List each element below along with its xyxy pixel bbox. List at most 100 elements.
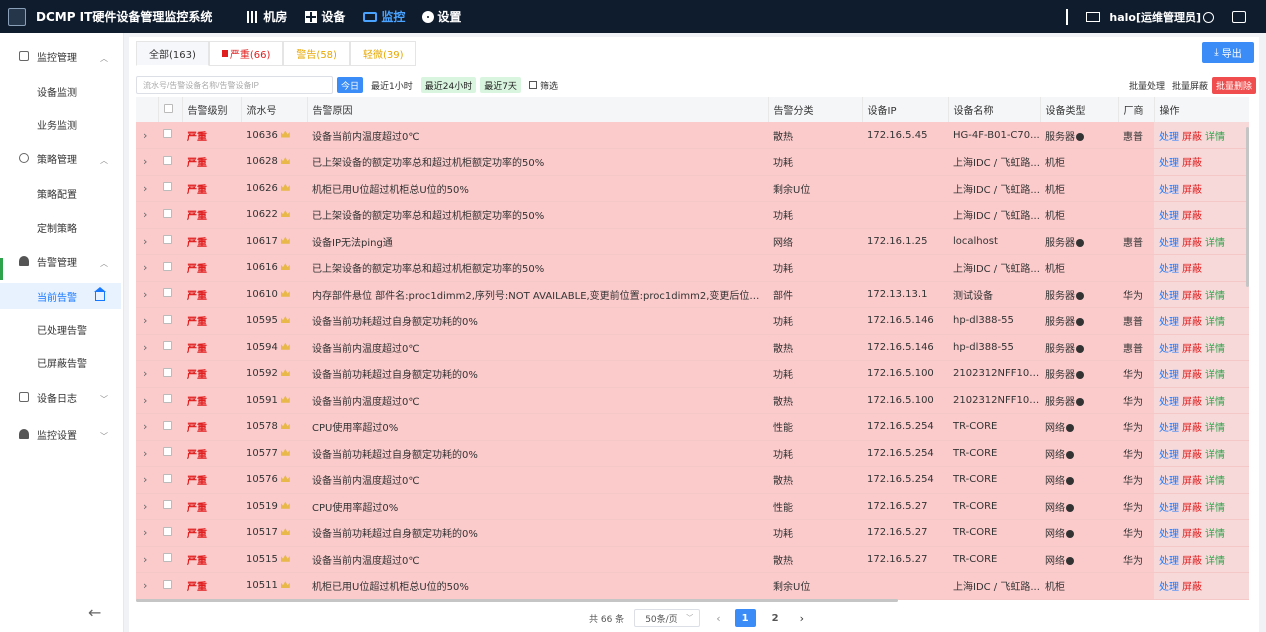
handle-button[interactable]: 处理 <box>1159 476 1179 487</box>
sidebar-group-alarm[interactable]: 告警管理 ︿ <box>0 248 124 274</box>
block-button[interactable]: 屏蔽 <box>1182 397 1202 408</box>
block-button[interactable]: 屏蔽 <box>1182 529 1202 540</box>
page-button-2[interactable]: 2 <box>765 609 786 627</box>
filter-24h-button[interactable]: 最近24小时 <box>420 77 477 93</box>
filter-1h-button[interactable]: 最近1小时 <box>367 77 417 93</box>
handle-button[interactable]: 处理 <box>1159 291 1179 302</box>
filter-7d-button[interactable]: 最近7天 <box>480 77 521 93</box>
sidebar-item-custom-policy[interactable]: 定制策略 <box>0 214 124 240</box>
row-checkbox[interactable] <box>163 579 172 589</box>
sidebar-item-business-monitor[interactable]: 业务监测 <box>0 111 124 137</box>
export-button[interactable]: ⤓ 导出 <box>1202 42 1254 63</box>
expand-row-icon[interactable]: › <box>136 493 158 520</box>
row-checkbox[interactable] <box>163 261 172 271</box>
sidebar-item-handled-alarm[interactable]: 已处理告警 <box>0 316 124 342</box>
detail-button[interactable]: 详情 <box>1205 556 1225 567</box>
handle-button[interactable]: 处理 <box>1159 238 1179 249</box>
table-row[interactable]: › 严重 10592 设备当前功耗超过自身额定功耗的0% 功耗 172.16.5.100 2… <box>136 360 1249 388</box>
table-row[interactable]: › 严重 10622 已上架设备的额定功率总和超过机柜额定功率的50% 功耗 上海IDC … <box>136 201 1249 229</box>
block-button[interactable]: 屏蔽 <box>1182 476 1202 487</box>
handle-button[interactable]: 处理 <box>1159 503 1179 514</box>
table-row[interactable]: › 严重 10577 设备当前功耗超过自身额定功耗的0% 功耗 172.16.5.254 T… <box>136 440 1249 467</box>
batch-block-button[interactable]: 批量屏蔽 <box>1172 79 1208 92</box>
table-row[interactable]: › 严重 10519 CPU使用率超过0% 性能 172.16.5.27 TR-CORE 网络… <box>136 493 1249 520</box>
tab-warning[interactable]: 警告(58) <box>283 41 350 66</box>
search-input[interactable]: 流水号/告警设备名称/告警设备IP <box>136 76 333 94</box>
detail-button[interactable]: 详情 <box>1205 238 1225 249</box>
table-row[interactable]: › 严重 10511 机柜已用U位超过机柜总U位的50% 剩余U位 上海IDC / 飞虹路… <box>136 572 1249 600</box>
filter-button[interactable]: 筛选 <box>528 79 558 92</box>
block-button[interactable]: 屏蔽 <box>1182 450 1202 461</box>
detail-button[interactable]: 详情 <box>1205 317 1225 328</box>
handle-button[interactable]: 处理 <box>1159 397 1179 408</box>
detail-button[interactable]: 详情 <box>1205 132 1225 143</box>
row-checkbox[interactable] <box>163 155 172 165</box>
row-checkbox[interactable] <box>163 526 172 536</box>
expand-row-icon[interactable]: › <box>136 466 158 494</box>
tab-critical[interactable]: 严重(66) <box>208 41 284 66</box>
sidebar-group-monitor[interactable]: 监控管理 ︿ <box>0 43 124 69</box>
vertical-scrollbar[interactable] <box>1246 127 1249 287</box>
table-row[interactable]: › 严重 10591 设备当前内温度超过0℃ 散热 172.16.5.100 2102312… <box>136 387 1249 414</box>
sidebar-item-current-alarm[interactable]: 当前告警 <box>0 283 121 309</box>
sidebar-group-policy[interactable]: 策略管理 ︿ <box>0 145 124 171</box>
row-checkbox[interactable] <box>163 129 172 138</box>
block-button[interactable]: 屏蔽 <box>1182 423 1202 434</box>
block-button[interactable]: 屏蔽 <box>1182 238 1202 249</box>
batch-delete-button[interactable]: 批量删除 <box>1211 76 1256 94</box>
block-button[interactable]: 屏蔽 <box>1182 556 1202 567</box>
block-button[interactable]: 屏蔽 <box>1182 211 1202 222</box>
block-button[interactable]: 屏蔽 <box>1182 503 1202 514</box>
table-row[interactable]: › 严重 10576 设备当前内温度超过0℃ 散热 172.16.5.254 TR-CORE… <box>136 466 1249 494</box>
table-row[interactable]: › 严重 10616 已上架设备的额定功率总和超过机柜额定功率的50% 功耗 上海IDC … <box>136 254 1249 282</box>
collapse-sidebar-icon[interactable]: ← <box>88 603 101 622</box>
expand-row-icon[interactable]: › <box>136 307 158 335</box>
row-checkbox[interactable] <box>163 473 172 483</box>
table-row[interactable]: › 严重 10594 设备当前内温度超过0℃ 散热 172.16.5.146 hp-dl38… <box>136 334 1249 361</box>
filter-today-button[interactable]: 今日 <box>337 77 364 93</box>
expand-row-icon[interactable]: › <box>136 122 158 149</box>
detail-button[interactable]: 详情 <box>1205 370 1225 381</box>
page-size-select[interactable]: 50条/页 ﹀ <box>634 609 701 627</box>
sidebar-item-device-monitor[interactable]: 设备监测 <box>0 78 124 104</box>
table-row[interactable]: › 严重 10617 设备IP无法ping通 网络 172.16.1.25 localhos… <box>136 228 1249 255</box>
row-checkbox[interactable] <box>163 500 172 510</box>
handle-button[interactable]: 处理 <box>1159 185 1179 196</box>
nav-item-room[interactable]: 机房 <box>238 0 296 33</box>
sidebar-item-blocked-alarm[interactable]: 已屏蔽告警 <box>0 349 124 375</box>
select-all-checkbox[interactable] <box>163 103 173 113</box>
expand-row-icon[interactable]: › <box>136 334 158 361</box>
row-checkbox[interactable] <box>163 553 172 563</box>
block-button[interactable]: 屏蔽 <box>1182 264 1202 275</box>
sidebar-group-settings[interactable]: 监控设置 ﹀ <box>0 421 124 447</box>
user-menu[interactable]: halo[运维管理员] <box>1109 9 1214 25</box>
expand-row-icon[interactable]: › <box>136 572 158 600</box>
handle-button[interactable]: 处理 <box>1159 264 1179 275</box>
sidebar-group-log[interactable]: 设备日志 ﹀ <box>0 384 124 410</box>
block-button[interactable]: 屏蔽 <box>1182 370 1202 381</box>
row-checkbox[interactable] <box>163 288 172 298</box>
expand-row-icon[interactable]: › <box>136 360 158 388</box>
batch-handle-button[interactable]: 批量处理 <box>1129 79 1165 92</box>
expand-row-icon[interactable]: › <box>136 440 158 467</box>
block-button[interactable]: 屏蔽 <box>1182 158 1202 169</box>
row-checkbox[interactable] <box>163 314 172 324</box>
handle-button[interactable]: 处理 <box>1159 423 1179 434</box>
handle-button[interactable]: 处理 <box>1159 450 1179 461</box>
page-button-1[interactable]: 1 <box>734 609 756 627</box>
detail-button[interactable]: 详情 <box>1205 423 1225 434</box>
row-checkbox[interactable] <box>163 447 172 457</box>
table-row[interactable]: › 严重 10636 设备当前内温度超过0℃ 散热 172.16.5.45 HG-4F-B0… <box>136 122 1249 149</box>
handle-button[interactable]: 处理 <box>1159 344 1179 355</box>
detail-button[interactable]: 详情 <box>1205 529 1225 540</box>
detail-button[interactable]: 详情 <box>1205 291 1225 302</box>
expand-row-icon[interactable]: › <box>136 148 158 176</box>
block-button[interactable]: 屏蔽 <box>1182 317 1202 328</box>
tab-all[interactable]: 全部(163) <box>136 41 209 66</box>
mail-icon[interactable] <box>1086 11 1101 22</box>
table-row[interactable]: › 严重 10626 机柜已用U位超过机柜总U位的50% 剩余U位 上海IDC / 飞虹路… <box>136 175 1249 202</box>
expand-row-icon[interactable]: › <box>136 387 158 414</box>
nav-item-settings[interactable]: 设置 <box>414 0 470 33</box>
prev-page-button[interactable]: ‹ <box>716 612 720 625</box>
row-checkbox[interactable] <box>163 341 172 351</box>
